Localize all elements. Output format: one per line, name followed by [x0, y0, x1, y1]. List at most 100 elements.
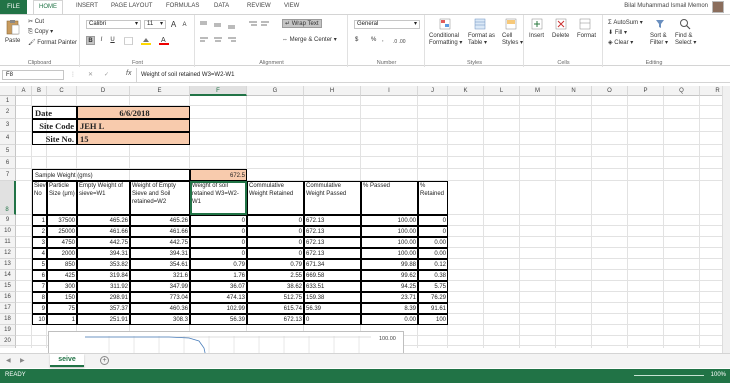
underline-button[interactable]: U: [108, 36, 117, 45]
row-header[interactable]: 20: [0, 336, 16, 346]
table-cell[interactable]: 4: [32, 248, 47, 259]
table-cell[interactable]: 100.00: [361, 237, 418, 248]
row-header[interactable]: 21: [0, 346, 16, 348]
format-as-table-button[interactable]: Format as Table ▾: [468, 33, 495, 46]
table-cell[interactable]: 672.13: [304, 237, 361, 248]
table-cell[interactable]: 91.61: [418, 303, 448, 314]
column-header[interactable]: Q: [664, 86, 700, 96]
formula-input[interactable]: Weight of soil retained W3=W2-W1: [136, 68, 716, 82]
table-cell[interactable]: 0: [190, 226, 247, 237]
row-header[interactable]: 2: [0, 106, 16, 119]
next-sheet-icon[interactable]: ▶: [20, 357, 25, 364]
bold-button[interactable]: B: [86, 36, 95, 45]
table-cell[interactable]: 56.39: [190, 314, 247, 325]
table-cell[interactable]: 2.55: [247, 270, 304, 281]
table-cell[interactable]: 0: [190, 248, 247, 259]
table-cell[interactable]: 25000: [47, 226, 77, 237]
tab-page-layout[interactable]: PAGE LAYOUT: [111, 3, 152, 9]
table-cell[interactable]: 394.31: [130, 248, 190, 259]
table-cell[interactable]: 425: [47, 270, 77, 281]
table-cell[interactable]: 0: [418, 215, 448, 226]
table-cell[interactable]: 2000: [47, 248, 77, 259]
add-sheet-icon[interactable]: +: [100, 356, 109, 365]
fill-color-icon[interactable]: [141, 36, 151, 46]
column-header[interactable]: I: [361, 86, 418, 96]
table-cell[interactable]: 319.84: [77, 270, 130, 281]
table-cell[interactable]: 0.79: [247, 259, 304, 270]
tab-insert[interactable]: INSERT: [76, 3, 98, 9]
tab-view[interactable]: VIEW: [284, 3, 299, 9]
format-cells-button[interactable]: Format: [577, 33, 596, 39]
comma-button[interactable]: ,: [382, 37, 384, 43]
table-cell[interactable]: 850: [47, 259, 77, 270]
table-cell[interactable]: 671.34: [304, 259, 361, 270]
table-cell[interactable]: 442.75: [77, 237, 130, 248]
select-all-corner[interactable]: [0, 86, 16, 96]
table-cell[interactable]: 76.29: [418, 292, 448, 303]
row-header[interactable]: 10: [0, 226, 16, 237]
table-cell[interactable]: 251.91: [77, 314, 130, 325]
table-cell[interactable]: 461.66: [77, 226, 130, 237]
table-cell[interactable]: 94.25: [361, 281, 418, 292]
table-cell[interactable]: 1: [47, 314, 77, 325]
paste-icon[interactable]: [6, 19, 20, 35]
row-header[interactable]: 12: [0, 248, 16, 259]
table-cell[interactable]: 298.91: [77, 292, 130, 303]
table-cell[interactable]: 461.66: [130, 226, 190, 237]
wrap-text-button[interactable]: ↵ Wrap Text: [282, 19, 322, 28]
table-cell[interactable]: 773.04: [130, 292, 190, 303]
cancel-icon[interactable]: ✕: [88, 71, 93, 78]
table-cell[interactable]: 102.99: [190, 303, 247, 314]
table-cell[interactable]: 460.36: [130, 303, 190, 314]
table-cell[interactable]: 465.26: [130, 215, 190, 226]
column-header[interactable]: R: [700, 86, 722, 96]
table-cell[interactable]: 672.13: [304, 215, 361, 226]
table-cell[interactable]: 0: [418, 226, 448, 237]
cell-styles-button[interactable]: Cell Styles ▾: [502, 33, 523, 46]
row-header[interactable]: 4: [0, 132, 16, 145]
table-cell[interactable]: 394.31: [77, 248, 130, 259]
table-cell[interactable]: 0.00: [361, 314, 418, 325]
table-cell[interactable]: 0: [247, 237, 304, 248]
table-cell[interactable]: 100.00: [361, 248, 418, 259]
table-cell[interactable]: 353.82: [77, 259, 130, 270]
column-header[interactable]: D: [77, 86, 130, 96]
grow-font-button[interactable]: A: [169, 20, 178, 29]
tab-formulas[interactable]: FORMULAS: [166, 3, 199, 9]
row-header[interactable]: 1: [0, 96, 16, 106]
table-cell[interactable]: 23.71: [361, 292, 418, 303]
row-header[interactable]: 17: [0, 303, 16, 314]
cut-button[interactable]: ✂ Cut: [28, 18, 44, 25]
table-cell[interactable]: 38.62: [247, 281, 304, 292]
table-cell[interactable]: 0: [304, 314, 361, 325]
table-cell[interactable]: 0: [247, 215, 304, 226]
column-header[interactable]: B: [32, 86, 47, 96]
tab-data[interactable]: DATA: [214, 3, 229, 9]
table-cell[interactable]: 8: [32, 292, 47, 303]
table-cell[interactable]: 10: [32, 314, 47, 325]
copy-button[interactable]: ⎘ Copy ▾: [28, 28, 53, 36]
table-cell[interactable]: 8.39: [361, 303, 418, 314]
insert-function-button[interactable]: fx: [126, 70, 131, 77]
font-name-select[interactable]: Calibri ▾: [86, 20, 141, 29]
table-cell[interactable]: 512.75: [247, 292, 304, 303]
table-cell[interactable]: 0.00: [418, 237, 448, 248]
tab-home[interactable]: HOME: [33, 0, 63, 15]
active-cell[interactable]: Weight of soil retained W3=W2-W1: [190, 181, 247, 215]
fill-button[interactable]: ⬇ Fill ▾: [608, 29, 627, 36]
row-header[interactable]: 3: [0, 119, 16, 132]
row-header[interactable]: 8: [0, 181, 16, 215]
table-cell[interactable]: 6: [32, 270, 47, 281]
table-cell[interactable]: 465.26: [77, 215, 130, 226]
row-header[interactable]: 7: [0, 169, 16, 181]
table-cell[interactable]: 0: [247, 226, 304, 237]
name-box[interactable]: F8: [2, 70, 64, 80]
table-cell[interactable]: 0: [247, 248, 304, 259]
clear-button[interactable]: ◈ Clear ▾: [608, 39, 633, 46]
decimal-icons[interactable]: .0 .00: [393, 37, 419, 45]
column-header[interactable]: M: [520, 86, 556, 96]
table-cell[interactable]: 311.92: [77, 281, 130, 292]
table-cell[interactable]: 100.00: [361, 215, 418, 226]
table-cell[interactable]: 9: [32, 303, 47, 314]
format-painter-button[interactable]: 🖌 Format Painter: [28, 39, 77, 46]
